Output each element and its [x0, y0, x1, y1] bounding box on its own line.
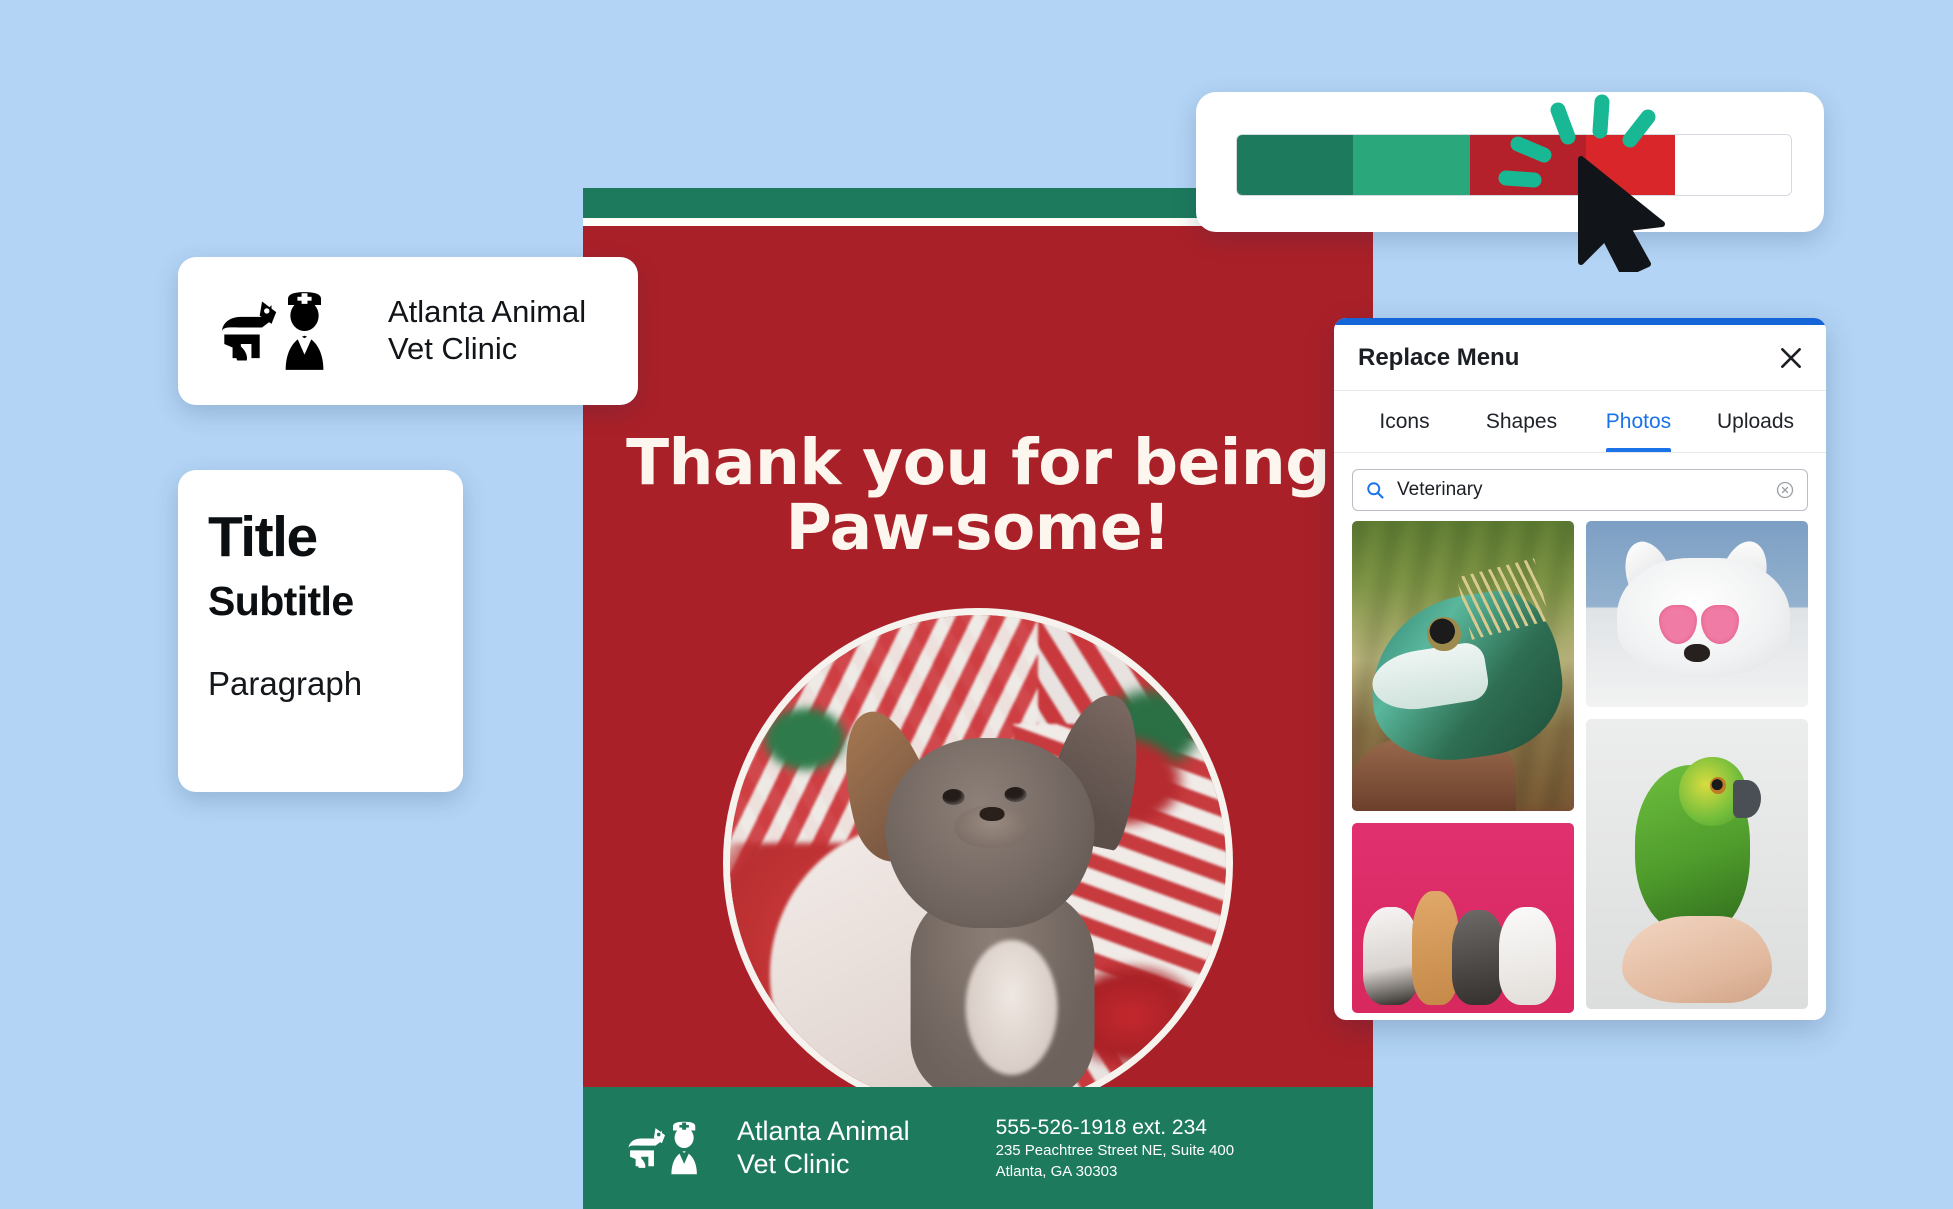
- palette-swatch-dark-green[interactable]: [1237, 135, 1354, 195]
- photo-thumbnail-lizard[interactable]: [1352, 521, 1574, 811]
- type-sample-title[interactable]: Title: [208, 504, 463, 570]
- poster-photo[interactable]: [723, 608, 1233, 1118]
- dog-and-vet-icon: [221, 292, 324, 370]
- footer-phone: 555-526-1918 ext. 234: [995, 1115, 1207, 1139]
- photo-column-left: [1352, 521, 1574, 1013]
- replace-menu-panel[interactable]: Replace Menu Icons Shapes Photos Uploads: [1334, 318, 1826, 1020]
- palette-swatch-dark-red[interactable]: [1469, 135, 1586, 195]
- panel-tabs[interactable]: Icons Shapes Photos Uploads: [1334, 391, 1826, 453]
- palette-swatch-white[interactable]: [1674, 135, 1791, 195]
- type-sample-subtitle[interactable]: Subtitle: [208, 578, 463, 625]
- search-input[interactable]: [1397, 479, 1775, 501]
- color-palette-card[interactable]: [1196, 92, 1824, 232]
- tab-shapes[interactable]: Shapes: [1463, 391, 1580, 452]
- poster-headline[interactable]: Thank you for being Paw-some!: [583, 430, 1373, 561]
- panel-title: Replace Menu: [1358, 343, 1520, 371]
- footer-contact: 555-526-1918 ext. 234 235 Peachtree Stre…: [996, 1114, 1234, 1182]
- clear-search-icon[interactable]: [1775, 480, 1795, 500]
- type-sample-paragraph[interactable]: Paragraph: [208, 665, 463, 703]
- search-area: [1334, 453, 1826, 521]
- tab-uploads[interactable]: Uploads: [1697, 391, 1814, 452]
- photo-thumbnail-parrot[interactable]: [1586, 719, 1808, 1009]
- footer-brand: Atlanta Animal Vet Clinic: [737, 1116, 910, 1179]
- logo-card[interactable]: Atlanta Animal Vet Clinic: [178, 257, 638, 405]
- search-box[interactable]: [1352, 469, 1808, 511]
- photo-column-right: [1586, 521, 1808, 1013]
- color-palette-strip[interactable]: [1236, 134, 1792, 196]
- poster-canvas[interactable]: Thank you for being Paw-some! Atlanta An…: [583, 188, 1373, 1209]
- photo-thumbnail-dogs-pink[interactable]: [1352, 823, 1574, 1013]
- tab-icons[interactable]: Icons: [1346, 391, 1463, 452]
- panel-accent-bar: [1334, 318, 1826, 325]
- palette-swatch-bright-red[interactable]: [1585, 135, 1675, 195]
- panel-header: Replace Menu: [1334, 325, 1826, 391]
- logo-card-brand: Atlanta Animal Vet Clinic: [388, 294, 587, 366]
- photo-thumbnail-dog-sunglasses[interactable]: [1586, 521, 1808, 707]
- puppy-photo-art: [730, 615, 1226, 1111]
- search-icon: [1367, 482, 1384, 499]
- typography-card[interactable]: Title Subtitle Paragraph: [178, 470, 463, 792]
- dog-and-vet-icon: [628, 1121, 697, 1175]
- footer-address-line1: 235 Peachtree Street NE, Suite 400: [995, 1142, 1235, 1160]
- footer-address-line2: Atlanta, GA 30303: [995, 1162, 1118, 1180]
- photo-results-grid[interactable]: [1334, 521, 1826, 1013]
- palette-swatch-medium-green[interactable]: [1353, 135, 1470, 195]
- close-icon[interactable]: [1778, 345, 1804, 371]
- poster-footer: Atlanta Animal Vet Clinic 555-526-1918 e…: [583, 1087, 1373, 1209]
- tab-photos[interactable]: Photos: [1580, 391, 1697, 452]
